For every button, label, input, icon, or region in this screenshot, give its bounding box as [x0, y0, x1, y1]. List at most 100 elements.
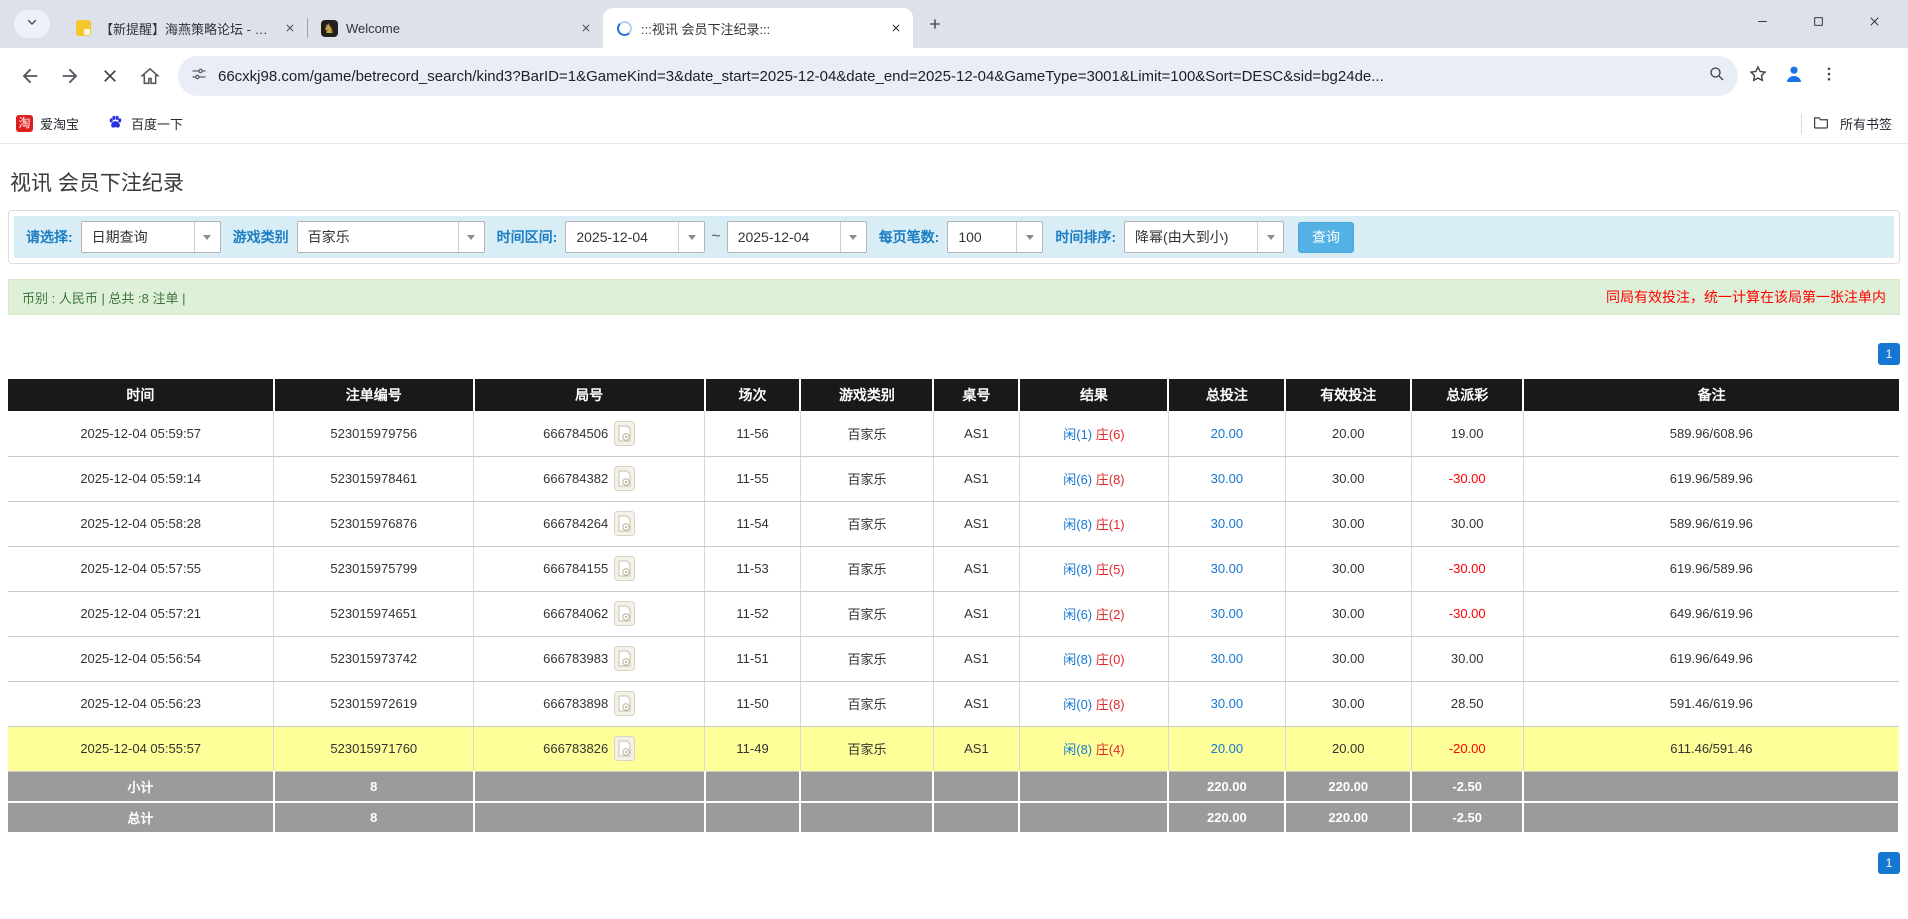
range-tilde: ~: [711, 228, 721, 245]
time-sort-select[interactable]: 降幂(由大到小): [1124, 221, 1285, 253]
site-info-icon[interactable]: [190, 65, 208, 88]
cell-result: 闲(1) 庄(6): [1019, 411, 1169, 457]
dropdown-arrow-icon[interactable]: [839, 222, 866, 252]
tab-title: 【新提醒】海燕策略论坛 - 综合: [100, 21, 273, 37]
cell-valid-bet: 30.00: [1285, 501, 1412, 547]
summary-empty-cell: [933, 802, 1021, 834]
cell-bet-id: 523015978461: [273, 456, 475, 502]
cell-time: 2025-12-04 05:56:54: [8, 636, 275, 682]
cell-game-type: 百家乐: [800, 456, 934, 502]
cell-round-id: 666784506: [473, 411, 706, 457]
bookmark-baidu[interactable]: 百度一下: [107, 114, 183, 134]
address-bar[interactable]: 66cxkj98.com/game/betrecord_search/kind3…: [178, 56, 1738, 96]
back-icon[interactable]: [10, 56, 50, 96]
forward-icon[interactable]: [50, 56, 90, 96]
video-record-icon[interactable]: [614, 691, 636, 716]
summary-empty-cell: [473, 802, 706, 834]
cell-note: 619.96/589.96: [1523, 546, 1899, 592]
tab-search-button[interactable]: [14, 10, 50, 38]
date-start-input[interactable]: 2025-12-04: [565, 221, 706, 253]
cell-result: 闲(6) 庄(8): [1019, 456, 1169, 502]
cell-valid-bet: 30.00: [1285, 681, 1412, 727]
menu-dots-icon[interactable]: [1820, 65, 1838, 88]
total-bet-link[interactable]: 30.00: [1211, 606, 1244, 621]
close-window-icon[interactable]: [1846, 0, 1902, 42]
cell-bet-id: 523015973742: [273, 636, 475, 682]
stop-loading-icon[interactable]: [90, 56, 130, 96]
dropdown-arrow-icon[interactable]: [1257, 222, 1283, 252]
result-banker: 庄(6): [1095, 426, 1125, 442]
bookmark-star-icon[interactable]: [1748, 64, 1768, 89]
bookmark-taobao[interactable]: 淘 爱淘宝: [16, 114, 79, 133]
page-size-select[interactable]: 100: [947, 221, 1044, 253]
table-row: 2025-12-04 05:59:57 523015979756 666784506…: [8, 411, 1899, 457]
date-end-input[interactable]: 2025-12-04: [726, 221, 867, 253]
cell-result: 闲(6) 庄(2): [1019, 591, 1169, 637]
total-bet-link[interactable]: 30.00: [1211, 471, 1244, 486]
result-player: 闲(1): [1063, 426, 1093, 442]
close-icon[interactable]: [887, 19, 905, 37]
video-record-icon[interactable]: [614, 736, 636, 761]
video-record-icon[interactable]: [614, 511, 636, 536]
cell-note: 619.96/589.96: [1523, 456, 1899, 502]
cell-time: 2025-12-04 05:59:57: [8, 411, 275, 457]
video-record-icon[interactable]: [614, 556, 636, 581]
welcome-favicon-icon: ♞: [320, 19, 338, 37]
bookmarks-bar: 淘 爱淘宝 百度一下 所有书签: [0, 104, 1908, 144]
column-header-9: 总派彩: [1411, 379, 1525, 411]
profile-avatar[interactable]: [1782, 62, 1806, 91]
close-icon[interactable]: [577, 19, 595, 37]
forum-favicon-icon: [74, 19, 92, 37]
new-tab-button[interactable]: [921, 10, 949, 38]
video-record-icon[interactable]: [614, 646, 636, 671]
total-bet-link[interactable]: 30.00: [1211, 516, 1244, 531]
summary-valid-bet: 220.00: [1285, 802, 1413, 834]
dropdown-arrow-icon[interactable]: [1016, 222, 1042, 252]
cell-session: 11-54: [704, 501, 801, 547]
search-button[interactable]: 查询: [1298, 221, 1355, 253]
cell-bet-id: 523015976876: [273, 501, 475, 547]
bet-record-table: 时间 注单编号 局号 场次 游戏类别 桌号 结果 总投注 有效投注 总派彩 备注 2025-12-0…: [8, 379, 1900, 834]
home-icon[interactable]: [130, 56, 170, 96]
video-record-icon[interactable]: [614, 466, 636, 491]
url-text[interactable]: 66cxkj98.com/game/betrecord_search/kind3…: [218, 68, 1708, 85]
zoom-icon[interactable]: [1708, 65, 1726, 88]
cell-game-type: 百家乐: [800, 501, 934, 547]
total-bet-link[interactable]: 30.00: [1211, 651, 1244, 666]
cell-result: 闲(8) 庄(5): [1019, 546, 1169, 592]
time-sort-label: 时间排序:: [1055, 229, 1117, 245]
cell-round-id: 666784155: [473, 546, 706, 592]
dropdown-arrow-icon[interactable]: [457, 222, 484, 252]
page-1-button[interactable]: 1: [1878, 343, 1900, 365]
all-bookmarks-label[interactable]: 所有书签: [1840, 114, 1892, 133]
maximize-icon[interactable]: [1790, 0, 1846, 42]
loading-spinner-icon: [615, 19, 633, 37]
dropdown-arrow-icon[interactable]: [193, 222, 220, 252]
tab-forum[interactable]: 【新提醒】海燕策略论坛 - 综合: [62, 8, 307, 48]
video-record-icon[interactable]: [614, 601, 636, 626]
date-range-label: 时间区间:: [496, 229, 558, 245]
video-record-icon[interactable]: [614, 420, 636, 446]
total-bet-link[interactable]: 20.00: [1211, 741, 1244, 756]
dropdown-arrow-icon[interactable]: [678, 222, 704, 252]
cell-session: 11-51: [704, 636, 801, 682]
total-bet-link[interactable]: 30.00: [1211, 561, 1244, 576]
page-1-button[interactable]: 1: [1878, 852, 1900, 874]
total-bet-link[interactable]: 30.00: [1211, 696, 1244, 711]
close-icon[interactable]: [281, 19, 299, 37]
summary-bar: 币别 : 人民币 | 总共 :8 注单 | 同局有效投注，统一计算在该局第一张注…: [8, 279, 1900, 315]
minimize-icon[interactable]: [1734, 0, 1790, 42]
select-type-label: 请选择:: [26, 229, 73, 245]
cell-valid-bet: 30.00: [1285, 591, 1412, 637]
cell-round-id: 666783826: [473, 726, 706, 772]
currency-total-text: 币别 : 人民币 | 总共 :8 注单 |: [22, 290, 186, 306]
cell-result: 闲(0) 庄(8): [1019, 681, 1169, 727]
total-bet-link[interactable]: 20.00: [1211, 426, 1244, 441]
cell-bet-id: 523015979756: [273, 411, 475, 457]
bookmark-label: 爱淘宝: [40, 117, 80, 132]
tab-betrecord-active[interactable]: :::视讯 会员下注纪录:::: [603, 8, 913, 48]
result-banker: 庄(8): [1095, 472, 1125, 487]
tab-welcome[interactable]: ♞ Welcome: [308, 8, 603, 48]
query-type-select[interactable]: 日期查询: [80, 221, 221, 253]
game-type-select[interactable]: 百家乐: [296, 221, 485, 253]
